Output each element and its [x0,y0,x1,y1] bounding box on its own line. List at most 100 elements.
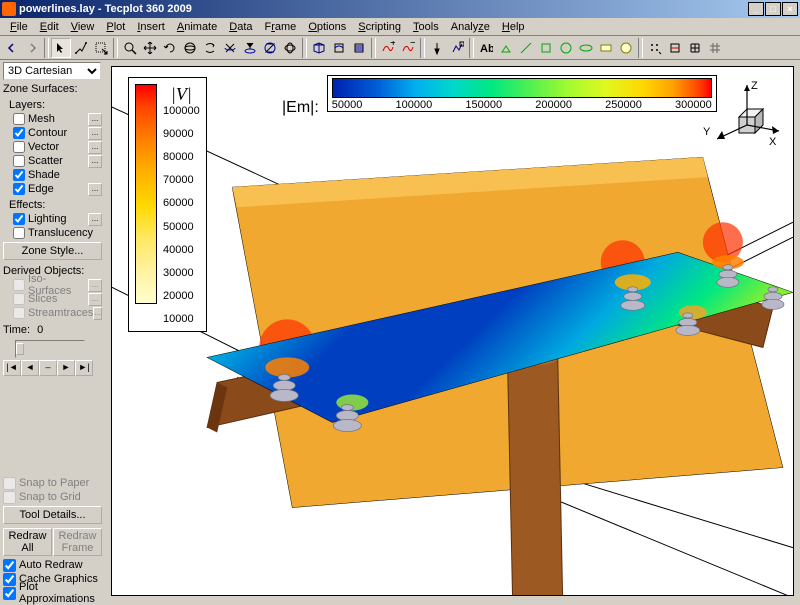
edge-details-button[interactable]: ... [88,183,102,196]
vector-details-button[interactable]: ... [88,141,102,154]
translate-tool[interactable] [140,38,160,58]
scatter-details-button[interactable]: ... [88,155,102,168]
streamtrace-tool[interactable] [329,38,349,58]
rollerball-tool[interactable] [180,38,200,58]
rotate-x-tool[interactable] [220,38,240,58]
edge-checkbox[interactable] [13,183,25,195]
create-rect-zone-tool[interactable] [596,38,616,58]
menu-animate[interactable]: Animate [171,20,223,34]
adjust-tool[interactable] [71,38,91,58]
probe-tool[interactable] [427,38,447,58]
menu-analyze[interactable]: Analyze [445,20,496,34]
legend-horizontal-title: |Em|: [282,99,319,117]
plot-canvas[interactable]: |V| 100000 90000 80000 70000 60000 50000… [111,66,794,596]
vcr-first-button[interactable]: |◄ [3,360,21,376]
menu-tools[interactable]: Tools [407,20,445,34]
redraw-all-button[interactable]: Redraw All [3,528,52,556]
menu-help[interactable]: Help [496,20,531,34]
streamtraces-details-button[interactable]: ... [93,307,102,320]
menu-view[interactable]: View [65,20,101,34]
maximize-button[interactable]: □ [765,2,781,16]
snap-paper-label: Snap to Paper [19,477,89,489]
menu-file[interactable]: File [4,20,34,34]
legend-v-tick: 70000 [163,174,200,186]
geometry-polyline-tool[interactable] [516,38,536,58]
snap-grid-label: Snap to Grid [19,491,81,503]
vector-checkbox[interactable] [13,141,25,153]
legend-v-tick: 80000 [163,151,200,163]
plot-type-select[interactable]: 3D Cartesian [3,62,101,80]
auto-redraw-checkbox[interactable] [3,559,16,572]
create-circ-zone-tool[interactable] [616,38,636,58]
streamtrace-rake-tool[interactable] [349,38,369,58]
extract-slice-tool[interactable] [665,38,685,58]
rotate-z-tool[interactable] [260,38,280,58]
toolbar: + − Ab [0,36,800,60]
legend-v-tick: 60000 [163,197,200,209]
grid-tool[interactable] [685,38,705,58]
contour-remove-tool[interactable]: − [398,38,418,58]
legend-v-tick: 20000 [163,290,200,302]
zone-style-button[interactable]: Zone Style... [3,242,102,260]
time-label: Time: [3,324,30,336]
vcr-stop-button[interactable]: – [39,360,57,376]
lighting-checkbox[interactable] [13,213,25,225]
slice-tool[interactable] [309,38,329,58]
svg-text:X: X [769,136,777,148]
menu-scripting[interactable]: Scripting [352,20,407,34]
lighting-label: Lighting [28,213,67,225]
close-button[interactable]: × [782,2,798,16]
menu-plot[interactable]: Plot [100,20,131,34]
rotate-y-tool[interactable] [240,38,260,58]
legend-v-tick: 90000 [163,128,200,140]
lighting-details-button[interactable]: ... [88,213,102,226]
zoom-tool[interactable] [120,38,140,58]
contour-checkbox[interactable] [13,127,25,139]
vcr-last-button[interactable]: ►| [75,360,93,376]
extract-line-tool[interactable] [447,38,467,58]
iso-surfaces-details-button[interactable]: ... [88,279,102,292]
scatter-checkbox[interactable] [13,155,25,167]
window-title: powerlines.lay - Tecplot 360 2009 [19,3,748,15]
text-tool[interactable]: Ab [476,38,496,58]
rotate-tool[interactable] [160,38,180,58]
legend-v-tick: 50000 [163,221,200,233]
cache-graphics-checkbox[interactable] [3,573,16,586]
spin-tool[interactable] [280,38,300,58]
contour-add-tool[interactable]: + [378,38,398,58]
menu-insert[interactable]: Insert [131,20,171,34]
streamtraces-checkbox [13,307,25,319]
svg-text:Z: Z [751,80,758,92]
menu-edit[interactable]: Edit [34,20,65,34]
geometry-ellipse-tool[interactable] [576,38,596,58]
group-select-tool[interactable] [91,38,111,58]
tool-details-button[interactable]: Tool Details... [3,506,102,524]
scatter-label: Scatter [28,155,63,167]
slices-details-button[interactable]: ... [88,293,102,306]
geometry-line-tool[interactable] [496,38,516,58]
geometry-square-tool[interactable] [536,38,556,58]
redraw-frame-button[interactable]: Redraw Frame [53,528,102,556]
legend-h-tick: 150000 [465,99,502,111]
extract-points-tool[interactable] [645,38,665,58]
shade-checkbox[interactable] [13,169,25,181]
vcr-play-button[interactable]: ► [57,360,75,376]
menu-frame[interactable]: Frame [259,20,303,34]
vcr-back-button[interactable]: ◄ [21,360,39,376]
plot-approx-checkbox[interactable] [3,587,16,600]
menu-data[interactable]: Data [223,20,258,34]
pointer-tool[interactable] [51,38,71,58]
contour-details-button[interactable]: ... [88,127,102,140]
geometry-circle-tool[interactable] [556,38,576,58]
mesh-tool[interactable] [705,38,725,58]
time-slider[interactable] [15,340,85,358]
minimize-button[interactable]: _ [748,2,764,16]
redo-button[interactable] [22,38,42,58]
translucency-checkbox[interactable] [13,227,25,239]
twist-tool[interactable] [200,38,220,58]
svg-text:Y: Y [703,126,711,138]
undo-button[interactable] [2,38,22,58]
mesh-checkbox[interactable] [13,113,25,125]
menu-options[interactable]: Options [302,20,352,34]
mesh-details-button[interactable]: ... [88,113,102,126]
